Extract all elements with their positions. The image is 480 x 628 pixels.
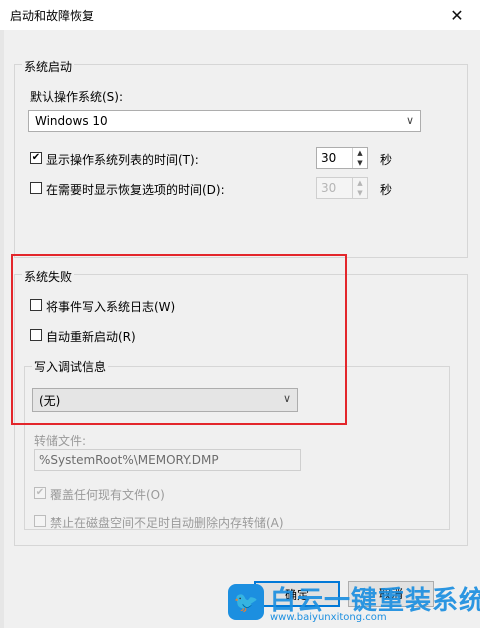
system-startup-legend: 系统启动 (22, 58, 75, 75)
show-recovery-label: 在需要时显示恢复选项的时间(D): (46, 183, 225, 197)
overwrite-label: 覆盖任何现有文件(O) (50, 488, 165, 502)
default-os-value: Windows 10 (35, 114, 108, 128)
overwrite-checkbox[interactable]: ✔ (34, 487, 46, 499)
window-title: 启动和故障恢复 (10, 9, 95, 23)
show-list-seconds-spinner[interactable]: 30 ▲ ▼ (316, 147, 368, 169)
checkmark-icon: ✔ (35, 487, 45, 498)
chevron-down-icon: ∨ (405, 114, 414, 127)
disable-autodelete-checkbox[interactable] (34, 515, 46, 527)
show-list-checkbox[interactable]: ✔ (30, 152, 42, 164)
close-icon[interactable]: ✕ (434, 0, 480, 30)
show-list-unit: 秒 (380, 153, 393, 167)
spinner-arrows-icon[interactable]: ▲ ▼ (352, 148, 367, 168)
show-recovery-unit: 秒 (380, 183, 393, 197)
twitter-bird-icon: 🐦 (228, 584, 264, 620)
show-recovery-seconds-value: 30 (321, 181, 337, 195)
show-list-seconds-value: 30 (321, 151, 337, 165)
dump-file-value: %SystemRoot%\MEMORY.DMP (39, 453, 219, 467)
default-os-label: 默认操作系统(S): (30, 90, 124, 104)
dump-file-label: 转储文件: (34, 434, 87, 448)
watermark: 🐦 白云一键重装系统 www.baiyunxitong.com (222, 574, 480, 628)
spinner-arrows-icon[interactable]: ▲ ▼ (352, 178, 367, 198)
show-recovery-seconds-spinner[interactable]: 30 ▲ ▼ (316, 177, 368, 199)
checkmark-icon: ✔ (31, 152, 41, 163)
startup-recovery-dialog: 启动和故障恢复 ✕ 系统启动 默认操作系统(S): Windows 10 ∨ ✔… (0, 0, 480, 628)
default-os-select[interactable]: Windows 10 ∨ (28, 110, 421, 132)
title-bar: 启动和故障恢复 ✕ (0, 0, 480, 30)
watermark-url: www.baiyunxitong.com (270, 612, 387, 623)
disable-autodelete-label: 禁止在磁盘空间不足时自动删除内存转储(A) (50, 516, 284, 530)
dump-file-input[interactable]: %SystemRoot%\MEMORY.DMP (34, 449, 301, 471)
show-recovery-checkbox[interactable] (30, 182, 42, 194)
highlight-box (11, 254, 347, 425)
window-edge (0, 30, 4, 628)
show-list-label: 显示操作系统列表的时间(T): (46, 153, 199, 167)
